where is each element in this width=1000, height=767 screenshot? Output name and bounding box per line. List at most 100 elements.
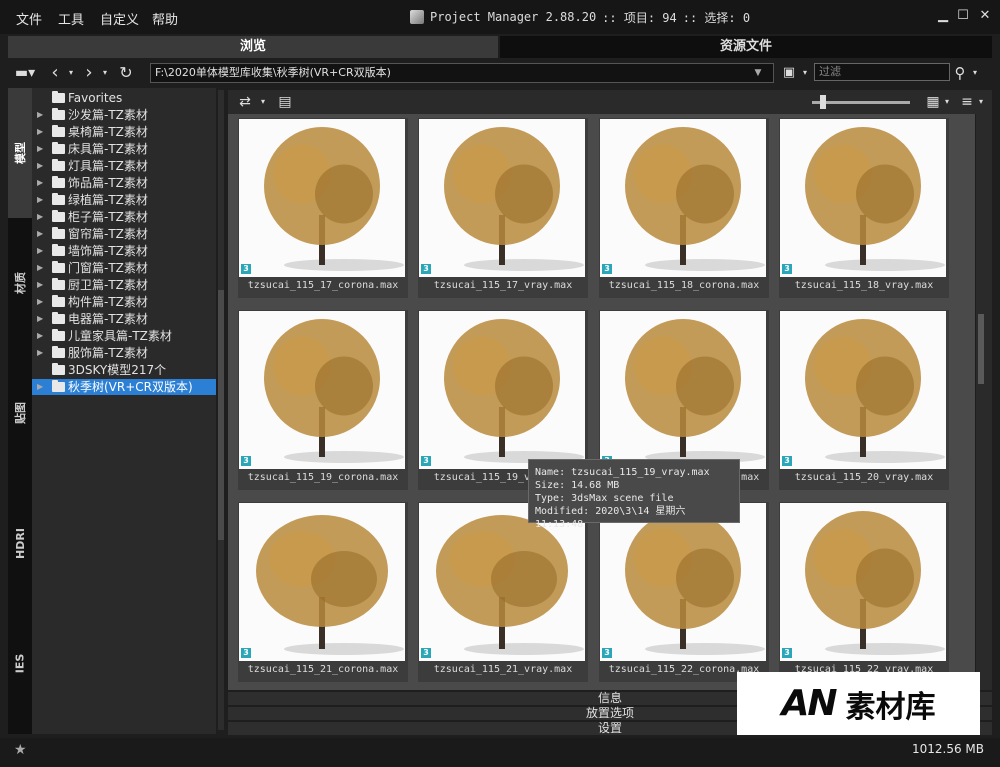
file-thumbnail[interactable]: 3 tzsucai_115_18_vray.max	[779, 118, 949, 298]
search-icon[interactable]: ⚲	[950, 63, 970, 83]
tree-item[interactable]: Favorites	[32, 90, 216, 106]
tree-scrollbar-thumb[interactable]	[218, 290, 224, 540]
tree-item-label: 3DSKY模型217个	[68, 363, 167, 377]
folder-icon	[52, 91, 65, 103]
tab-assets[interactable]: 资源文件	[500, 36, 992, 58]
tree-item-label: Favorites	[68, 91, 123, 105]
tree-item[interactable]: ▶ 秋季树(VR+CR双版本)	[32, 379, 216, 395]
file-thumbnail[interactable]: 3 tzsucai_115_17_corona.max	[238, 118, 408, 298]
favorite-star-icon[interactable]: ★	[14, 742, 27, 758]
tree-item[interactable]: ▶ 服饰篇-TZ素材	[32, 345, 216, 361]
tree-item[interactable]: 3DSKY模型217个	[32, 362, 216, 378]
thumbnail-size-handle[interactable]	[820, 95, 826, 109]
tree-item[interactable]: ▶ 墙饰篇-TZ素材	[32, 243, 216, 259]
expand-arrow-icon[interactable]: ▶	[37, 175, 43, 191]
expand-arrow-icon[interactable]: ▶	[37, 107, 43, 123]
tree-item[interactable]: ▶ 灯具篇-TZ素材	[32, 158, 216, 174]
folder-icon	[52, 227, 65, 239]
file-thumbnail[interactable]: 3 tzsucai_115_19_corona.max	[238, 310, 408, 490]
expand-arrow-icon[interactable]: ▶	[37, 260, 43, 276]
forward-icon[interactable]: ›	[80, 63, 98, 83]
expand-arrow-icon[interactable]: ▶	[37, 124, 43, 140]
filter-mode-dropdown-icon[interactable]: ▾	[800, 63, 810, 83]
grid-scrollbar[interactable]	[976, 114, 992, 690]
expand-arrow-icon[interactable]: ▶	[37, 209, 43, 225]
expand-arrow-icon[interactable]: ▶	[37, 243, 43, 259]
back-icon[interactable]: ‹	[46, 63, 64, 83]
sync-dropdown-icon[interactable]: ▾	[258, 92, 268, 112]
view-mode-dropdown-icon[interactable]: ▾	[942, 92, 952, 112]
minimize-icon[interactable]: ▁	[934, 8, 952, 23]
folder-icon	[52, 363, 65, 375]
tree-preview-image	[600, 119, 766, 277]
menu-customize[interactable]: 自定义	[100, 9, 139, 28]
search-dropdown-icon[interactable]: ▾	[970, 63, 980, 83]
tree-item-label: 门窗篇-TZ素材	[68, 261, 148, 275]
sort-dropdown-icon[interactable]: ▾	[976, 92, 986, 112]
tree-item[interactable]: ▶ 儿童家具篇-TZ素材	[32, 328, 216, 344]
title-bar: 文件 工具 自定义 帮助 Project Manager 2.88.20 :: …	[0, 0, 1000, 34]
folder-icon	[52, 380, 65, 392]
tree-item[interactable]: ▶ 柜子篇-TZ素材	[32, 209, 216, 225]
merge-icon[interactable]: ▤	[274, 92, 296, 112]
maximize-icon[interactable]: ☐	[954, 8, 972, 23]
tab-textures-label: 贴图	[14, 402, 27, 424]
path-dropdown-icon[interactable]: ▼	[752, 64, 764, 82]
expand-arrow-icon[interactable]: ▶	[37, 158, 43, 174]
expand-arrow-icon[interactable]: ▶	[37, 141, 43, 157]
tree-item[interactable]: ▶ 构件篇-TZ素材	[32, 294, 216, 310]
path-field[interactable]: F:\2020单体模型库收集\秋季树(VR+CR双版本)	[150, 63, 774, 83]
tree-scrollbar[interactable]	[218, 90, 224, 730]
sync-icon[interactable]: ⇄	[234, 92, 256, 112]
menu-tools[interactable]: 工具	[58, 9, 84, 28]
close-icon[interactable]: ✕	[976, 8, 994, 23]
folder-menu-icon[interactable]: ▬▾	[10, 63, 40, 83]
menu-file[interactable]: 文件	[16, 9, 42, 28]
expand-arrow-icon[interactable]: ▶	[37, 226, 43, 242]
file-name: tzsucai_115_20_vray.max	[794, 472, 934, 483]
file-name: tzsucai_115_18_vray.max	[794, 280, 934, 291]
tree-item[interactable]: ▶ 桌椅篇-TZ素材	[32, 124, 216, 140]
tab-materials[interactable]: 材质	[8, 238, 32, 328]
tab-models[interactable]: 模型	[8, 88, 32, 218]
tree-item[interactable]: ▶ 门窗篇-TZ素材	[32, 260, 216, 276]
tree-item[interactable]: ▶ 厨卫篇-TZ素材	[32, 277, 216, 293]
tree-item-label: 儿童家具篇-TZ素材	[68, 329, 172, 343]
tree-item[interactable]: ▶ 窗帘篇-TZ素材	[32, 226, 216, 242]
file-thumbnail[interactable]: 3 tzsucai_115_18_corona.max	[599, 118, 769, 298]
expand-arrow-icon[interactable]: ▶	[37, 294, 43, 310]
filter-input[interactable]: 过滤	[814, 63, 950, 81]
thumbnail-grid: 3 tzsucai_115_17_corona.max 3 tzsucai_115_…	[228, 114, 975, 690]
forward-dropdown-icon[interactable]: ▾	[100, 63, 110, 83]
expand-arrow-icon[interactable]: ▶	[37, 192, 43, 208]
expand-arrow-icon[interactable]: ▶	[37, 311, 43, 327]
refresh-icon[interactable]: ↻	[116, 63, 136, 83]
sort-icon[interactable]: ≡	[956, 92, 978, 112]
tree-item[interactable]: ▶ 沙发篇-TZ素材	[32, 107, 216, 123]
tree-item[interactable]: ▶ 饰品篇-TZ素材	[32, 175, 216, 191]
expand-arrow-icon[interactable]: ▶	[37, 277, 43, 293]
tab-browse[interactable]: 浏览	[8, 36, 498, 58]
tree-item-label: 柜子篇-TZ素材	[68, 210, 148, 224]
file-thumbnail[interactable]: 3 tzsucai_115_17_vray.max	[418, 118, 588, 298]
filter-mode-icon[interactable]: ▣	[778, 63, 800, 83]
file-thumbnail[interactable]: 3 tzsucai_115_20_vray.max	[779, 310, 949, 490]
thumbnail-size-slider[interactable]	[812, 101, 910, 104]
status-bar: ★ 1012.56 MB	[0, 738, 1000, 767]
back-dropdown-icon[interactable]: ▾	[66, 63, 76, 83]
menu-help[interactable]: 帮助	[152, 9, 178, 28]
tab-hdri[interactable]: HDRI	[8, 498, 32, 588]
file-thumbnail[interactable]: 3 tzsucai_115_22_vray.max	[779, 502, 949, 682]
expand-arrow-icon[interactable]: ▶	[37, 328, 43, 344]
file-thumbnail[interactable]: 3 tzsucai_115_21_corona.max	[238, 502, 408, 682]
tree-item[interactable]: ▶ 床具篇-TZ素材	[32, 141, 216, 157]
tab-ies[interactable]: IES	[8, 618, 32, 708]
tab-textures[interactable]: 贴图	[8, 368, 32, 458]
expand-arrow-icon[interactable]: ▶	[37, 379, 43, 395]
view-mode-icon[interactable]: ▦	[922, 92, 944, 112]
tree-item[interactable]: ▶ 绿植篇-TZ素材	[32, 192, 216, 208]
grid-scrollbar-thumb[interactable]	[978, 314, 984, 384]
category-tabs: 模型 材质 贴图 HDRI IES	[8, 88, 32, 734]
expand-arrow-icon[interactable]: ▶	[37, 345, 43, 361]
tree-item[interactable]: ▶ 电器篇-TZ素材	[32, 311, 216, 327]
